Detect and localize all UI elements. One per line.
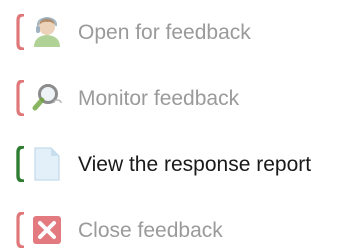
- item-status-marker: [16, 146, 24, 182]
- item-status-marker: [16, 80, 24, 116]
- feedback-actions-menu: Open for feedback Monitor feedback View …: [0, 0, 356, 248]
- document-icon: [30, 147, 64, 181]
- open-for-feedback-item[interactable]: Open for feedback: [0, 10, 356, 54]
- item-status-marker: [16, 14, 24, 50]
- menu-item-label: Monitor feedback: [78, 87, 240, 110]
- menu-item-label: Open for feedback: [78, 21, 251, 44]
- monitor-feedback-item[interactable]: Monitor feedback: [0, 76, 356, 120]
- item-status-marker: [16, 212, 24, 248]
- menu-item-label: Close feedback: [78, 219, 223, 242]
- close-box-icon: [30, 213, 64, 247]
- menu-item-label: View the response report: [78, 153, 312, 176]
- view-response-report-item[interactable]: View the response report: [0, 142, 356, 186]
- user-icon: [30, 15, 64, 49]
- magnifier-icon: [30, 81, 64, 115]
- close-feedback-item[interactable]: Close feedback: [0, 208, 356, 248]
